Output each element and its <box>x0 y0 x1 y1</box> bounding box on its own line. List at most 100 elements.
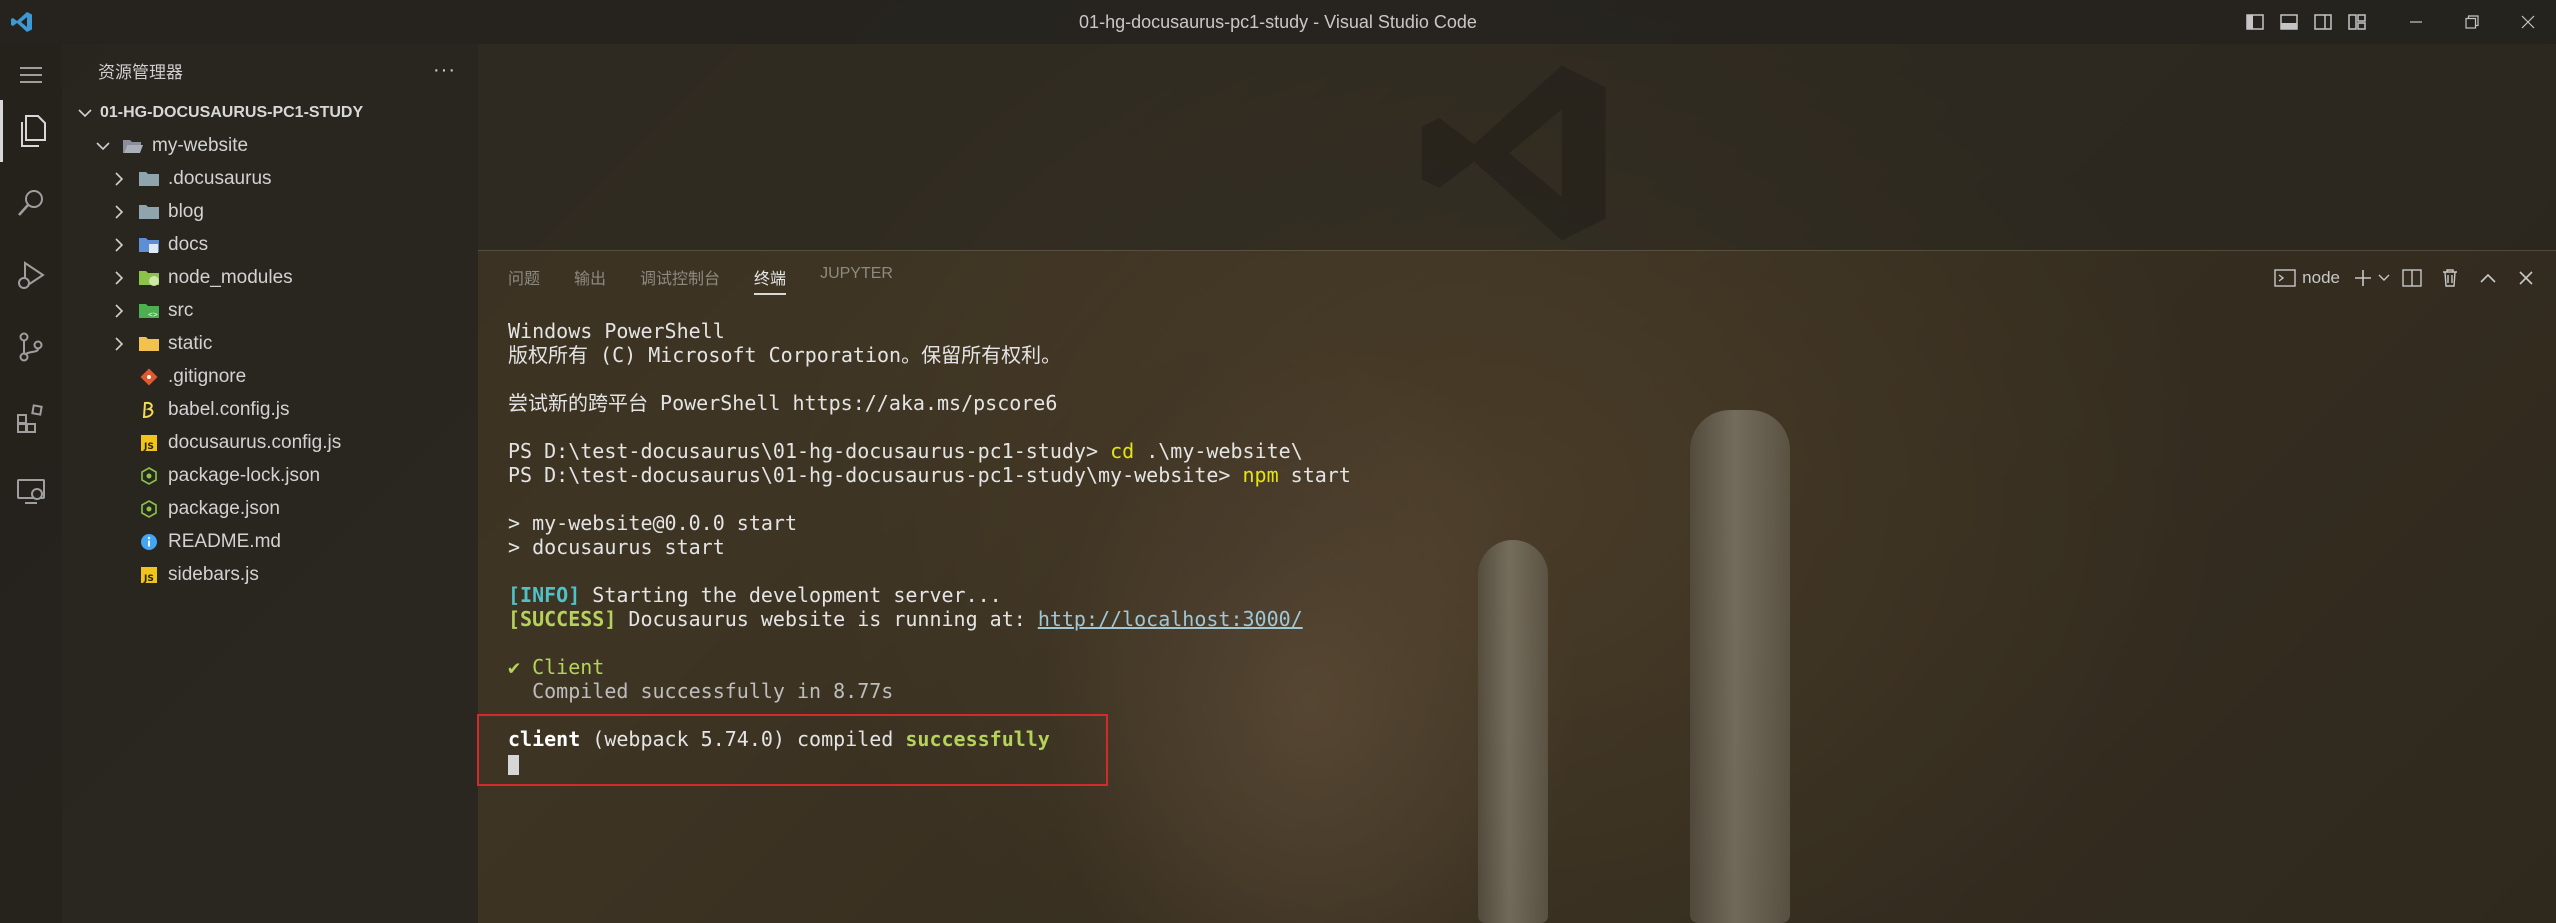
tree-item-gitignore[interactable]: .gitignore <box>62 360 478 393</box>
tree-item-label: static <box>168 332 213 354</box>
tree-item-readme[interactable]: README.md <box>62 525 478 558</box>
tree-item-label: blog <box>168 200 204 222</box>
command-name: cd <box>1110 439 1135 463</box>
command-args: .\my-website\ <box>1134 439 1303 463</box>
folder-node-icon <box>138 267 160 289</box>
tree-item-docusaurus-folder[interactable]: .docusaurus <box>62 162 478 195</box>
tree-item-babel-config[interactable]: babel.config.js <box>62 393 478 426</box>
terminal-line: 版权所有 (C) Microsoft Corporation。保留所有权利。 <box>508 343 1062 367</box>
source-control-icon[interactable] <box>0 316 62 378</box>
terminal-output[interactable]: Windows PowerShell 版权所有 (C) Microsoft Co… <box>508 319 2508 775</box>
trash-icon <box>2443 269 2457 287</box>
tree-item-docs[interactable]: docs <box>62 228 478 261</box>
toggle-primary-sidebar-icon[interactable] <box>2238 0 2272 44</box>
tree-item-label: .gitignore <box>168 365 247 387</box>
kill-terminal-button[interactable] <box>2434 261 2466 295</box>
toggle-secondary-sidebar-icon[interactable] <box>2306 0 2340 44</box>
explorer-icon[interactable] <box>0 100 62 162</box>
minimize-button[interactable] <box>2388 0 2444 44</box>
tree-item-my-website[interactable]: my-website <box>62 129 478 162</box>
tree-item-package-json[interactable]: package.json <box>62 492 478 525</box>
terminal-selector[interactable]: node <box>2274 261 2340 295</box>
vscode-watermark-icon <box>1421 65 1606 241</box>
title-controls <box>2238 0 2556 44</box>
localhost-link[interactable]: http://localhost:3000/ <box>1038 607 1303 631</box>
tree-item-node-modules[interactable]: node_modules <box>62 261 478 294</box>
js-icon: JS <box>138 564 160 586</box>
panel-tabs: 问题 输出 调试控制台 终端 JUPYTER <box>508 265 927 295</box>
title-bar: 01-hg-docusaurus-pc1-study - Visual Stud… <box>0 0 2556 44</box>
info-tag: [INFO] <box>508 583 581 607</box>
chevron-up-icon <box>2480 273 2496 283</box>
tree-item-docusaurus-config[interactable]: JS docusaurus.config.js <box>62 426 478 459</box>
tree-item-label: docusaurus.config.js <box>168 431 342 453</box>
success-text: Docusaurus website is running at: <box>616 607 1038 631</box>
chevron-right-icon <box>108 234 130 256</box>
tree-item-src[interactable]: <> src <box>62 294 478 327</box>
svg-text:<>: <> <box>148 310 158 319</box>
tree-item-label: src <box>168 299 194 321</box>
info-icon <box>138 531 160 553</box>
toggle-panel-icon[interactable] <box>2272 0 2306 44</box>
run-debug-icon[interactable] <box>0 244 62 306</box>
folder-static-icon <box>138 333 160 355</box>
command-name: npm <box>1242 463 1279 487</box>
tree-item-sidebars[interactable]: JS sidebars.js <box>62 558 478 591</box>
close-window-button[interactable] <box>2500 0 2556 44</box>
more-actions-button[interactable]: ··· <box>433 59 456 82</box>
explorer-sidebar: 资源管理器 ··· 01-HG-DOCUSAURUS-PC1-STUDY my-… <box>62 44 478 923</box>
explorer-title: 资源管理器 <box>98 62 183 82</box>
tree-item-static[interactable]: static <box>62 327 478 360</box>
terminal-line: PS D:\test-docusaurus\01-hg-docusaurus-p… <box>508 439 2508 463</box>
tab-output[interactable]: 输出 <box>574 265 606 295</box>
chevron-down-icon <box>92 135 114 157</box>
tree-item-label: my-website <box>152 134 249 156</box>
command-args: start <box>1278 463 1351 487</box>
customize-layout-icon[interactable] <box>2340 0 2374 44</box>
tree-item-label: README.md <box>168 530 281 552</box>
tree-item-label: .docusaurus <box>168 167 272 189</box>
terminal-line: Windows PowerShell <box>508 319 725 343</box>
extensions-icon[interactable] <box>0 388 62 450</box>
folder-icon <box>138 201 160 223</box>
window-title: 01-hg-docusaurus-pc1-study - Visual Stud… <box>1079 12 1477 32</box>
maximize-panel-button[interactable] <box>2472 261 2504 295</box>
terminal-line: [INFO] Starting the development server..… <box>508 583 2508 607</box>
tree-item-package-lock[interactable]: package-lock.json <box>62 459 478 492</box>
tab-jupyter[interactable]: JUPYTER <box>820 265 893 295</box>
prompt: PS D:\test-docusaurus\01-hg-docusaurus-p… <box>508 463 1243 487</box>
tree-item-label: package-lock.json <box>168 464 321 486</box>
restore-button[interactable] <box>2444 0 2500 44</box>
chevron-right-icon <box>108 300 130 322</box>
success-tag: [SUCCESS] <box>508 607 617 631</box>
root-folder[interactable]: 01-HG-DOCUSAURUS-PC1-STUDY <box>62 96 478 129</box>
tree-item-label: sidebars.js <box>168 563 259 585</box>
folder-src-icon: <> <box>138 300 160 322</box>
remote-explorer-icon[interactable] <box>0 460 62 522</box>
menu-icon[interactable] <box>0 44 62 106</box>
close-panel-button[interactable] <box>2510 261 2542 295</box>
search-icon[interactable] <box>0 172 62 234</box>
terminal-line: [SUCCESS] Docusaurus website is running … <box>508 607 2508 631</box>
tree-item-blog[interactable]: blog <box>62 195 478 228</box>
chevron-down-icon <box>74 102 96 124</box>
chevron-right-icon <box>108 168 130 190</box>
tab-terminal[interactable]: 终端 <box>754 265 787 295</box>
bottom-panel: 问题 输出 调试控制台 终端 JUPYTER node Windows Powe… <box>478 250 2556 923</box>
chevron-right-icon <box>108 201 130 223</box>
client-status: ✔ Client <box>508 655 605 679</box>
tab-debug-console[interactable]: 调试控制台 <box>640 265 720 295</box>
close-icon <box>2519 271 2533 285</box>
root-folder-label: 01-HG-DOCUSAURUS-PC1-STUDY <box>100 103 364 121</box>
new-terminal-button[interactable] <box>2354 261 2390 295</box>
folder-icon <box>138 168 160 190</box>
terminal-line: > docusaurus start <box>508 535 725 559</box>
git-icon <box>138 366 160 388</box>
split-terminal-button[interactable] <box>2396 261 2428 295</box>
chevron-down-icon <box>2378 274 2390 281</box>
npm-json-icon <box>138 465 160 487</box>
explorer-header: 资源管理器 ··· <box>62 44 478 96</box>
tab-problems[interactable]: 问题 <box>508 265 540 295</box>
editor-area <box>478 44 2556 250</box>
js-icon: JS <box>138 432 160 454</box>
